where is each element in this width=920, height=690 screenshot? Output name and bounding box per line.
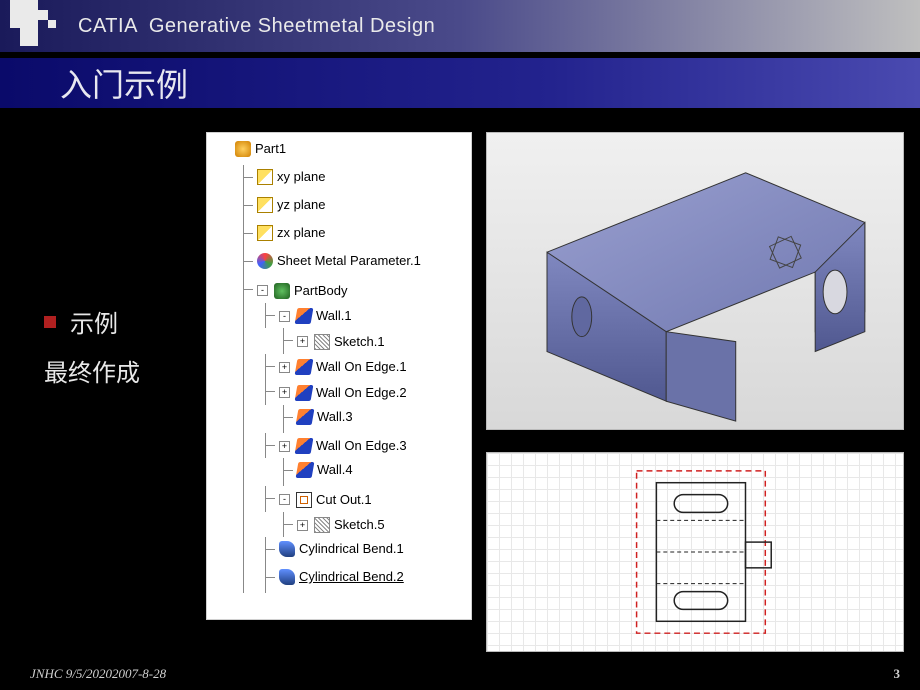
expand-icon[interactable]: + [279, 387, 290, 398]
expand-icon[interactable]: + [279, 441, 290, 452]
tree-item[interactable]: Sketch.1 [334, 330, 385, 354]
tree-item[interactable]: Wall On Edge.3 [316, 434, 407, 458]
wall-icon [296, 462, 315, 478]
expand-icon[interactable]: - [279, 494, 290, 505]
body-line-2: 最终作成 [44, 353, 196, 388]
flat-pattern-icon [487, 453, 903, 651]
tree-item[interactable]: Wall.4 [317, 458, 353, 482]
wall-icon [295, 308, 314, 324]
plane-icon [257, 197, 273, 213]
page-number: 3 [894, 666, 901, 682]
tree-item[interactable]: Wall On Edge.1 [316, 355, 407, 379]
tree-item[interactable]: PartBody [294, 279, 347, 303]
header-bar: CATIA Generative Sheetmetal Design [0, 0, 920, 52]
tree-item[interactable]: Wall.3 [317, 405, 353, 429]
wall-icon [295, 359, 314, 375]
footer: JNHC 9/5/20202007-8-28 3 [30, 666, 900, 682]
parameter-icon [257, 253, 273, 269]
wall-icon [295, 438, 314, 454]
logo-icon [10, 0, 66, 52]
wall-icon [296, 409, 315, 425]
flat-pattern-preview [486, 452, 904, 652]
model-3d-preview [486, 132, 904, 430]
collapse-icon[interactable]: - [257, 285, 268, 296]
sheetmetal-3d-icon [487, 133, 903, 429]
tree-item[interactable]: Wall On Edge.2 [316, 381, 407, 405]
body-text-column: 示例 最终作成 [0, 124, 196, 648]
tree-item[interactable]: Sheet Metal Parameter.1 [277, 249, 421, 273]
plane-icon [257, 169, 273, 185]
partbody-icon [274, 283, 290, 299]
wall-icon [295, 385, 314, 401]
plane-icon [257, 225, 273, 241]
expand-icon[interactable]: + [279, 362, 290, 373]
bullet-text-1: 示例 [70, 304, 118, 339]
tree-item[interactable]: yz plane [277, 193, 325, 217]
tree-item[interactable]: Cylindrical Bend.1 [299, 537, 404, 561]
cut-icon [296, 492, 312, 508]
tree-item[interactable]: xy plane [277, 165, 325, 189]
expand-icon[interactable]: + [297, 336, 308, 347]
bend-icon [279, 541, 295, 557]
footer-left: JNHC 9/5/20202007-8-28 [30, 666, 166, 682]
bullet-item-1: 示例 [44, 304, 196, 339]
tree-item[interactable]: Cylindrical Bend.2 [299, 565, 404, 589]
header-title: CATIA Generative Sheetmetal Design [78, 15, 435, 38]
expand-icon[interactable]: - [279, 311, 290, 322]
tree-item[interactable]: Sketch.5 [334, 513, 385, 537]
brand-text: CATIA [78, 15, 137, 37]
header-subtitle: Generative Sheetmetal Design [149, 15, 435, 37]
slide-title: 入门示例 [0, 58, 920, 108]
specification-tree[interactable]: Part1 xy plane yz plane zx plane Sheet Metal… [206, 132, 472, 620]
square-bullet-icon [44, 316, 56, 328]
sketch-icon [314, 517, 330, 533]
expand-icon[interactable]: + [297, 520, 308, 531]
sketch-icon [314, 334, 330, 350]
slide-title-text: 入门示例 [60, 60, 188, 106]
tree-item[interactable]: Wall.1 [316, 304, 352, 328]
part-icon [235, 141, 251, 157]
tree-item[interactable]: Cut Out.1 [316, 488, 372, 512]
tree-root-label[interactable]: Part1 [255, 137, 286, 161]
bend-icon [279, 569, 295, 585]
tree-item[interactable]: zx plane [277, 221, 325, 245]
